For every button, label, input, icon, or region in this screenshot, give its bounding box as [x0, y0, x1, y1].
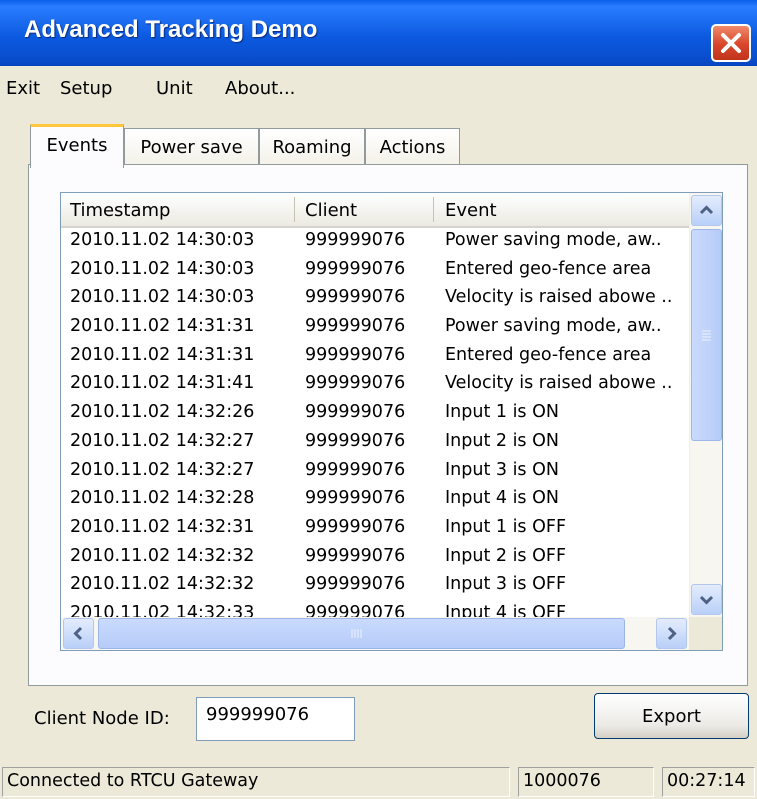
table-row[interactable]: 2010.11.02 14:32:33 999999076 Input 4 is…: [61, 600, 689, 617]
table-row[interactable]: 2010.11.02 14:32:31 999999076 Input 1 is…: [61, 514, 689, 543]
column-event[interactable]: Event: [445, 200, 497, 221]
timestamp-cell: 2010.11.02 14:32:32: [70, 545, 255, 566]
client-cell: 999999076: [305, 488, 406, 509]
arrow-down-icon: [699, 595, 714, 605]
client-cell: 999999076: [305, 287, 406, 308]
timestamp-cell: 2010.11.02 14:31:41: [70, 373, 255, 394]
timestamp-cell: 2010.11.02 14:30:03: [70, 230, 255, 250]
arrow-up-icon: [699, 205, 714, 215]
timestamp-cell: 2010.11.02 14:32:31: [70, 516, 255, 537]
export-button[interactable]: Export: [594, 693, 749, 739]
arrow-right-icon: [667, 626, 677, 641]
menu-exit[interactable]: Exit: [6, 78, 40, 99]
event-cell: Velocity is raised abowe ..: [445, 287, 673, 308]
horizontal-scrollbar[interactable]: [61, 617, 689, 650]
client-cell: 999999076: [305, 430, 406, 451]
client-cell: 999999076: [305, 258, 406, 279]
client-cell: 999999076: [305, 574, 406, 595]
close-icon: [721, 33, 741, 53]
event-cell: Input 3 is OFF: [445, 574, 567, 595]
client-cell: 999999076: [305, 402, 406, 423]
timestamp-cell: 2010.11.02 14:32:32: [70, 574, 255, 595]
scrollbar-corner: [689, 617, 722, 650]
client-node-id-label: Client Node ID:: [34, 708, 170, 729]
client-cell: 999999076: [305, 516, 406, 537]
scroll-left-button[interactable]: [63, 618, 94, 649]
close-button[interactable]: [711, 24, 751, 62]
tab-actions[interactable]: Actions: [365, 128, 460, 166]
client-cell: 999999076: [305, 373, 406, 394]
table-row[interactable]: 2010.11.02 14:30:03 999999076 Entered ge…: [61, 256, 689, 285]
table-row[interactable]: 2010.11.02 14:30:03 999999076 Velocity i…: [61, 284, 689, 313]
vertical-scrollbar[interactable]: [689, 193, 722, 617]
event-cell: Input 4 is OFF: [445, 602, 567, 617]
table-row[interactable]: 2010.11.02 14:31:41 999999076 Velocity i…: [61, 370, 689, 399]
table-row[interactable]: 2010.11.02 14:32:27 999999076 Input 2 is…: [61, 428, 689, 457]
timestamp-cell: 2010.11.02 14:31:31: [70, 316, 255, 337]
event-cell: Input 1 is ON: [445, 402, 559, 423]
tab-roaming[interactable]: Roaming: [259, 128, 365, 166]
status-message: Connected to RTCU Gateway: [2, 767, 510, 797]
column-separator[interactable]: [294, 197, 295, 222]
timestamp-cell: 2010.11.02 14:30:03: [70, 258, 255, 279]
client-cell: 999999076: [305, 230, 406, 250]
table-row[interactable]: 2010.11.02 14:32:26 999999076 Input 1 is…: [61, 399, 689, 428]
events-list[interactable]: Timestamp Client Event 2010.11.02 14:30:…: [60, 192, 723, 651]
status-id: 1000076: [518, 767, 654, 797]
timestamp-cell: 2010.11.02 14:32:27: [70, 430, 255, 451]
timestamp-cell: 2010.11.02 14:32:28: [70, 488, 255, 509]
vertical-scroll-thumb[interactable]: [691, 229, 722, 441]
table-row[interactable]: 2010.11.02 14:32:27 999999076 Input 3 is…: [61, 457, 689, 486]
event-cell: Input 3 is ON: [445, 459, 559, 480]
event-cell: Input 4 is ON: [445, 488, 559, 509]
event-cell: Power saving mode, aw..: [445, 230, 662, 250]
scroll-right-button[interactable]: [656, 618, 687, 649]
scroll-up-button[interactable]: [691, 195, 722, 226]
scroll-down-button[interactable]: [691, 584, 722, 615]
timestamp-cell: 2010.11.02 14:32:26: [70, 402, 255, 423]
status-time: 00:27:14: [662, 767, 755, 797]
client-cell: 999999076: [305, 545, 406, 566]
table-row[interactable]: 2010.11.02 14:32:28 999999076 Input 4 is…: [61, 485, 689, 514]
column-separator[interactable]: [433, 197, 434, 222]
menu-setup[interactable]: Setup: [60, 78, 112, 99]
event-cell: Power saving mode, aw..: [445, 316, 662, 337]
table-row[interactable]: 2010.11.02 14:31:31 999999076 Entered ge…: [61, 342, 689, 371]
client-cell: 999999076: [305, 459, 406, 480]
event-cell: Entered geo-fence area: [445, 344, 652, 365]
client-node-id-input[interactable]: 999999076: [196, 697, 355, 741]
client-cell: 999999076: [305, 316, 406, 337]
event-cell: Velocity is raised abowe ..: [445, 373, 673, 394]
timestamp-cell: 2010.11.02 14:31:31: [70, 344, 255, 365]
table-row[interactable]: 2010.11.02 14:32:32 999999076 Input 3 is…: [61, 571, 689, 600]
horizontal-scroll-thumb[interactable]: [98, 618, 625, 649]
event-cell: Input 2 is ON: [445, 430, 559, 451]
list-rows: 2010.11.02 14:30:03 999999076 Power savi…: [61, 227, 689, 617]
list-header: Timestamp Client Event: [61, 193, 689, 228]
timestamp-cell: 2010.11.02 14:30:03: [70, 287, 255, 308]
table-row[interactable]: 2010.11.02 14:30:03 999999076 Power savi…: [61, 227, 689, 256]
column-client[interactable]: Client: [305, 200, 357, 221]
arrow-left-icon: [73, 626, 83, 641]
title-bar: Advanced Tracking Demo: [0, 0, 757, 66]
client-cell: 999999076: [305, 602, 406, 617]
column-timestamp[interactable]: Timestamp: [70, 200, 170, 221]
menu-unit[interactable]: Unit: [156, 78, 193, 99]
event-cell: Input 1 is OFF: [445, 516, 567, 537]
grip-icon: [702, 330, 711, 341]
status-bar: Connected to RTCU Gateway 1000076 00:27:…: [0, 763, 757, 799]
table-row[interactable]: 2010.11.02 14:32:32 999999076 Input 2 is…: [61, 543, 689, 572]
window-title: Advanced Tracking Demo: [24, 16, 318, 43]
timestamp-cell: 2010.11.02 14:32:27: [70, 459, 255, 480]
grip-icon: [351, 629, 362, 638]
timestamp-cell: 2010.11.02 14:32:33: [70, 602, 255, 617]
menu-about[interactable]: About...: [225, 78, 295, 99]
event-cell: Entered geo-fence area: [445, 258, 652, 279]
event-cell: Input 2 is OFF: [445, 545, 567, 566]
tab-power-save[interactable]: Power save: [124, 128, 259, 166]
table-row[interactable]: 2010.11.02 14:31:31 999999076 Power savi…: [61, 313, 689, 342]
menu-bar: Exit Setup Unit About...: [0, 72, 757, 108]
tab-events[interactable]: Events: [30, 124, 124, 168]
client-cell: 999999076: [305, 344, 406, 365]
